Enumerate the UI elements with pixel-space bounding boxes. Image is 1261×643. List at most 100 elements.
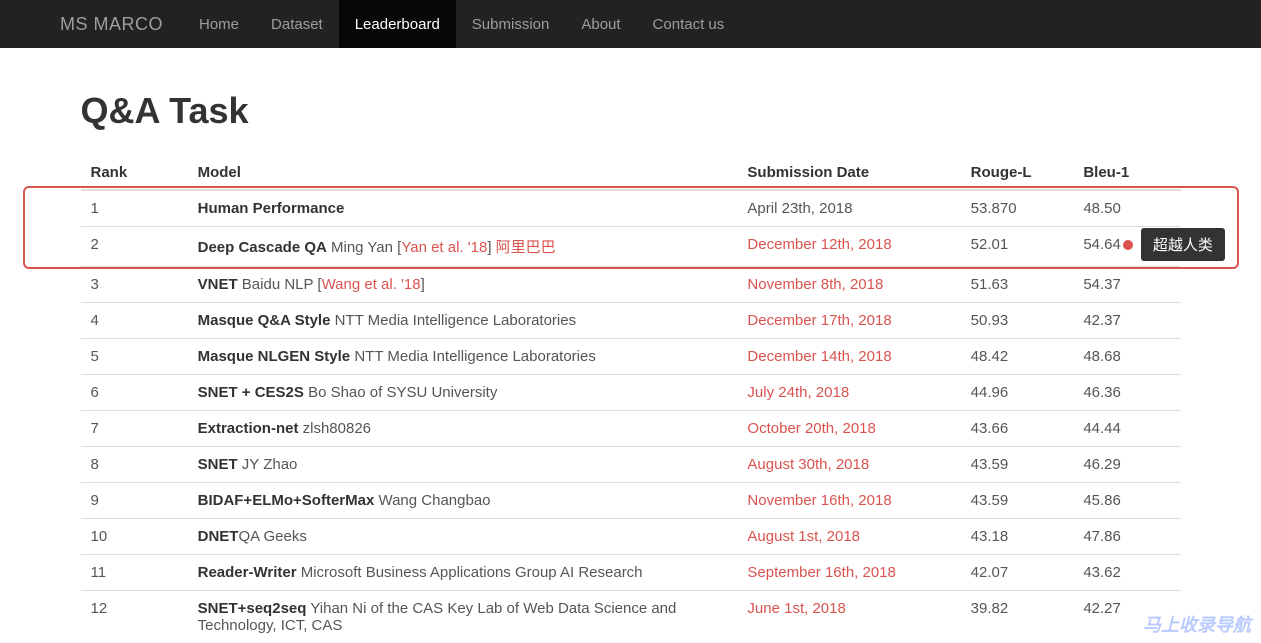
bleu-value: 48.68 bbox=[1083, 348, 1121, 365]
page-title: Q&A Task bbox=[81, 90, 1181, 132]
cell-rank: 12 bbox=[81, 591, 188, 643]
submission-date-link[interactable]: August 30th, 2018 bbox=[747, 456, 869, 473]
model-affiliation: Bo Shao of SYSU University bbox=[304, 384, 497, 401]
model-affiliation: JY Zhao bbox=[238, 456, 298, 473]
nav-item-about[interactable]: About bbox=[565, 0, 636, 48]
nav-link[interactable]: Dataset bbox=[255, 0, 339, 48]
bleu-value: 46.36 bbox=[1083, 384, 1121, 401]
cell-bleu-1: 47.86 bbox=[1073, 519, 1180, 555]
submission-date-link[interactable]: September 16th, 2018 bbox=[747, 564, 895, 581]
cell-bleu-1: 54.37 bbox=[1073, 267, 1180, 303]
bleu-value: 48.50 bbox=[1083, 200, 1121, 217]
model-affiliation: zlsh80826 bbox=[298, 420, 371, 437]
nav-item-submission[interactable]: Submission bbox=[456, 0, 566, 48]
cell-rank: 9 bbox=[81, 483, 188, 519]
model-affiliation-cn: 阿里巴巴 bbox=[496, 239, 556, 256]
cell-model: Extraction-net zlsh80826 bbox=[188, 411, 738, 447]
cell-bleu-1: 42.27 bbox=[1073, 591, 1180, 643]
model-affiliation: Baidu NLP [ bbox=[238, 276, 322, 293]
nav-item-leaderboard[interactable]: Leaderboard bbox=[339, 0, 456, 48]
bleu-value: 54.37 bbox=[1083, 276, 1121, 293]
model-name: SNET+seq2seq bbox=[198, 600, 307, 617]
bleu-value: 47.86 bbox=[1083, 528, 1121, 545]
cell-rouge-l: 43.59 bbox=[961, 447, 1074, 483]
submission-date-link[interactable]: June 1st, 2018 bbox=[747, 600, 845, 617]
model-affiliation: NTT Media Intelligence Laboratories bbox=[330, 312, 576, 329]
model-affiliation: Ming Yan [ bbox=[327, 239, 402, 256]
cell-rouge-l: 51.63 bbox=[961, 267, 1074, 303]
cell-date: September 16th, 2018 bbox=[737, 555, 960, 591]
nav-link[interactable]: About bbox=[565, 0, 636, 48]
cell-bleu-1: 42.37 bbox=[1073, 303, 1180, 339]
submission-date-link[interactable]: December 14th, 2018 bbox=[747, 348, 891, 365]
model-reference-link[interactable]: Yan et al. '18 bbox=[401, 239, 487, 256]
cell-model: Masque NLGEN Style NTT Media Intelligenc… bbox=[188, 339, 738, 375]
submission-date-link[interactable]: October 20th, 2018 bbox=[747, 420, 875, 437]
nav-list: HomeDatasetLeaderboardSubmissionAboutCon… bbox=[183, 0, 740, 48]
cell-model: VNET Baidu NLP [Wang et al. '18] bbox=[188, 267, 738, 303]
cell-rank: 4 bbox=[81, 303, 188, 339]
nav-item-home[interactable]: Home bbox=[183, 0, 255, 48]
nav-link[interactable]: Submission bbox=[456, 0, 566, 48]
model-reference-link[interactable]: Wang et al. '18 bbox=[322, 276, 421, 293]
cell-rouge-l: 42.07 bbox=[961, 555, 1074, 591]
model-affiliation: QA Geeks bbox=[238, 528, 306, 545]
submission-date-link[interactable]: November 8th, 2018 bbox=[747, 276, 883, 293]
model-name: DNET bbox=[198, 528, 239, 545]
cell-date: December 14th, 2018 bbox=[737, 339, 960, 375]
bleu-value: 44.44 bbox=[1083, 420, 1121, 437]
table-header-row: Rank Model Submission Date Rouge-L Bleu-… bbox=[81, 156, 1181, 190]
table-row: 6SNET + CES2S Bo Shao of SYSU University… bbox=[81, 375, 1181, 411]
navbar: MS MARCO HomeDatasetLeaderboardSubmissio… bbox=[0, 0, 1261, 48]
bleu-value: 45.86 bbox=[1083, 492, 1121, 509]
cell-rouge-l: 53.870 bbox=[961, 190, 1074, 227]
nav-link[interactable]: Home bbox=[183, 0, 255, 48]
submission-date-link[interactable]: December 12th, 2018 bbox=[747, 236, 891, 253]
col-rank: Rank bbox=[81, 156, 188, 190]
cell-date: August 30th, 2018 bbox=[737, 447, 960, 483]
model-name: Masque NLGEN Style bbox=[198, 348, 351, 365]
table-row: 4Masque Q&A Style NTT Media Intelligence… bbox=[81, 303, 1181, 339]
submission-date-link[interactable]: December 17th, 2018 bbox=[747, 312, 891, 329]
cell-date: December 12th, 2018 bbox=[737, 227, 960, 267]
cell-bleu-1: 44.44 bbox=[1073, 411, 1180, 447]
nav-item-dataset[interactable]: Dataset bbox=[255, 0, 339, 48]
cell-rouge-l: 48.42 bbox=[961, 339, 1074, 375]
cell-rouge-l: 43.59 bbox=[961, 483, 1074, 519]
nav-item-contact-us[interactable]: Contact us bbox=[637, 0, 741, 48]
cell-model: DNETQA Geeks bbox=[188, 519, 738, 555]
leaderboard-table: Rank Model Submission Date Rouge-L Bleu-… bbox=[81, 156, 1181, 643]
brand-logo[interactable]: MS MARCO bbox=[60, 0, 183, 48]
cell-date: October 20th, 2018 bbox=[737, 411, 960, 447]
submission-date: April 23th, 2018 bbox=[747, 200, 852, 217]
submission-date-link[interactable]: August 1st, 2018 bbox=[747, 528, 860, 545]
cell-date: November 8th, 2018 bbox=[737, 267, 960, 303]
nav-link[interactable]: Contact us bbox=[637, 0, 741, 48]
model-affiliation: Wang Changbao bbox=[374, 492, 490, 509]
bleu-value: 46.29 bbox=[1083, 456, 1121, 473]
submission-date-link[interactable]: July 24th, 2018 bbox=[747, 384, 849, 401]
model-affiliation: Microsoft Business Applications Group AI… bbox=[297, 564, 643, 581]
cell-bleu-1: 48.50 bbox=[1073, 190, 1180, 227]
nav-link[interactable]: Leaderboard bbox=[339, 0, 456, 48]
cell-model: Reader-Writer Microsoft Business Applica… bbox=[188, 555, 738, 591]
cell-date: August 1st, 2018 bbox=[737, 519, 960, 555]
cell-rank: 5 bbox=[81, 339, 188, 375]
cell-model: Deep Cascade QA Ming Yan [Yan et al. '18… bbox=[188, 227, 738, 267]
cell-rank: 6 bbox=[81, 375, 188, 411]
cell-rouge-l: 44.96 bbox=[961, 375, 1074, 411]
submission-date-link[interactable]: November 16th, 2018 bbox=[747, 492, 891, 509]
table-row: 1Human PerformanceApril 23th, 201853.870… bbox=[81, 190, 1181, 227]
model-name: Human Performance bbox=[198, 200, 345, 217]
model-name: Reader-Writer bbox=[198, 564, 297, 581]
col-rouge: Rouge-L bbox=[961, 156, 1074, 190]
bleu-value: 42.37 bbox=[1083, 312, 1121, 329]
cell-model: SNET + CES2S Bo Shao of SYSU University bbox=[188, 375, 738, 411]
model-name: SNET + CES2S bbox=[198, 384, 304, 401]
cell-rank: 7 bbox=[81, 411, 188, 447]
table-row: 7Extraction-net zlsh80826 October 20th, 2… bbox=[81, 411, 1181, 447]
cell-rank: 11 bbox=[81, 555, 188, 591]
cell-rank: 10 bbox=[81, 519, 188, 555]
cell-bleu-1: 46.36 bbox=[1073, 375, 1180, 411]
cell-bleu-1: 48.68 bbox=[1073, 339, 1180, 375]
